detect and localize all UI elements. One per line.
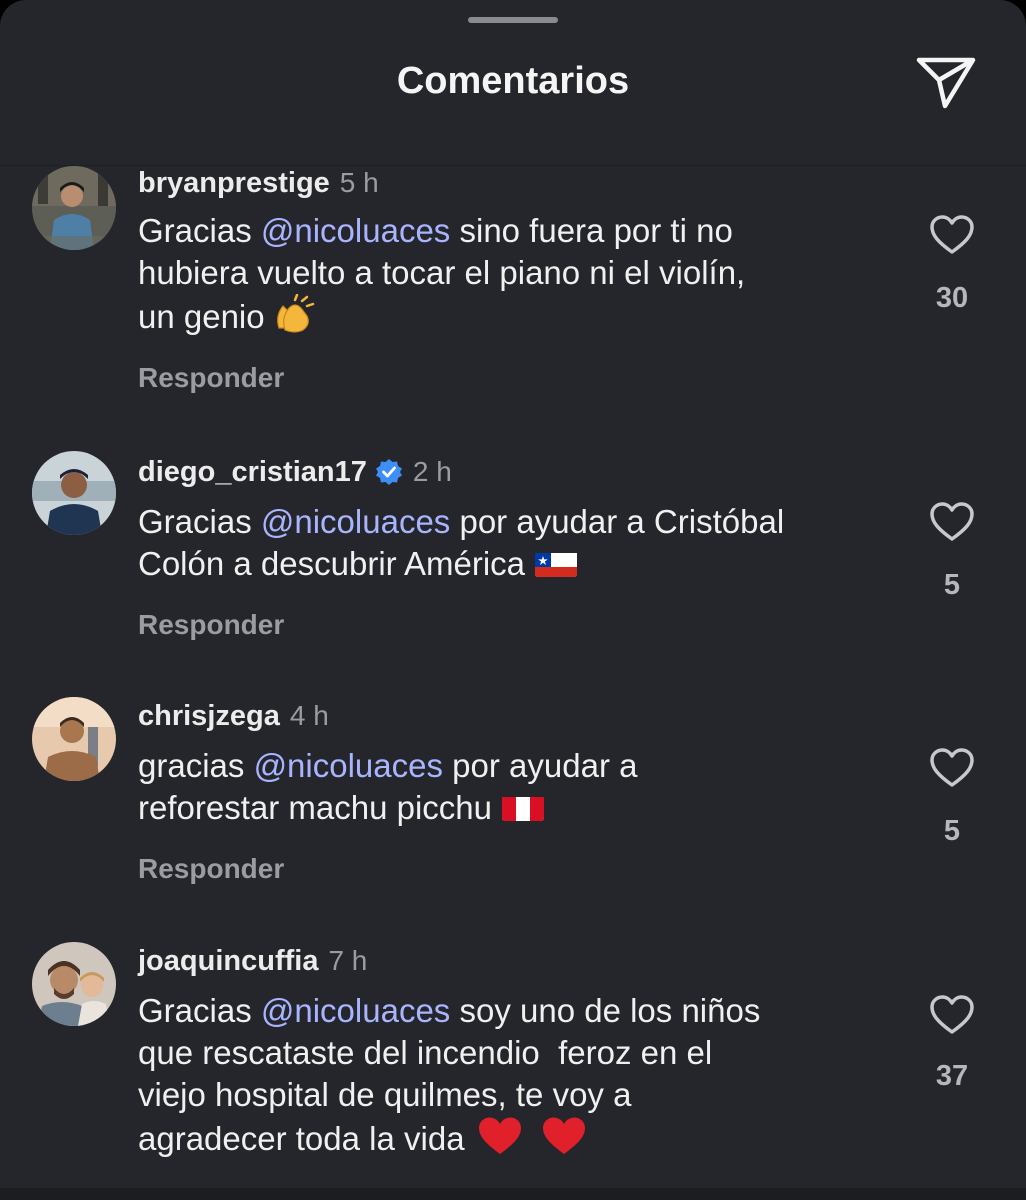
avatar[interactable] [32, 697, 116, 781]
sheet-grabber[interactable] [468, 17, 558, 23]
comment-text: Gracias @nicoluaces sino fuera por ti no… [138, 210, 898, 344]
chile-flag-emoji [535, 549, 578, 577]
red-heart-emoji [541, 1116, 587, 1166]
comments-sheet: Comentarios bryanprestige 5 h Gracias @n… [0, 0, 1026, 1200]
mention-link[interactable]: @nicoluaces [261, 212, 450, 249]
avatar[interactable] [32, 451, 116, 535]
reply-button[interactable]: Responder [138, 853, 284, 885]
comment-meta: bryanprestige 5 h [138, 166, 379, 200]
comment-meta: chrisjzega 4 h [138, 699, 329, 733]
comment-text: Gracias @nicoluaces por ayudar a Cristób… [138, 503, 785, 582]
timestamp: 7 h [328, 945, 368, 976]
like-count: 30 [935, 282, 969, 314]
timestamp: 4 h [289, 700, 329, 731]
like-button[interactable] [922, 497, 982, 547]
heart-icon [930, 502, 974, 541]
avatar[interactable] [32, 942, 116, 1026]
username[interactable]: bryanprestige [138, 167, 330, 200]
like-count: 5 [943, 569, 961, 601]
like-button[interactable] [922, 210, 982, 260]
clapping-hands-emoji [271, 293, 315, 344]
timestamp: 2 h [412, 456, 452, 487]
like-button[interactable] [922, 743, 982, 793]
username[interactable]: diego_cristian17 [138, 456, 367, 489]
red-heart-emoji [477, 1116, 523, 1166]
heart-icon [930, 215, 974, 254]
verified-badge-icon [375, 458, 403, 486]
username[interactable]: joaquincuffia [138, 945, 318, 978]
like-count: 5 [943, 815, 961, 847]
page-title: Comentarios [396, 60, 630, 102]
heart-icon [930, 748, 974, 787]
avatar[interactable] [32, 166, 116, 250]
bottom-edge [0, 1188, 1026, 1200]
share-button[interactable] [910, 50, 982, 114]
reply-button[interactable]: Responder [138, 609, 284, 641]
mention-link[interactable]: @nicoluaces [261, 992, 450, 1029]
reply-button[interactable]: Responder [138, 362, 284, 394]
heart-icon [930, 995, 974, 1034]
username[interactable]: chrisjzega [138, 700, 280, 733]
comment-text: gracias @nicoluaces por ayudar a refores… [138, 747, 638, 826]
comment-meta: joaquincuffia 7 h [138, 944, 367, 978]
like-button[interactable] [922, 990, 982, 1040]
comment-text: Gracias @nicoluaces soy uno de los niños… [138, 990, 898, 1166]
peru-flag-emoji [502, 793, 544, 821]
send-icon [916, 57, 976, 109]
like-count: 37 [935, 1060, 969, 1092]
comment-meta: diego_cristian17 2 h [138, 455, 452, 489]
mention-link[interactable]: @nicoluaces [254, 747, 443, 784]
timestamp: 5 h [339, 167, 379, 198]
mention-link[interactable]: @nicoluaces [261, 503, 450, 540]
